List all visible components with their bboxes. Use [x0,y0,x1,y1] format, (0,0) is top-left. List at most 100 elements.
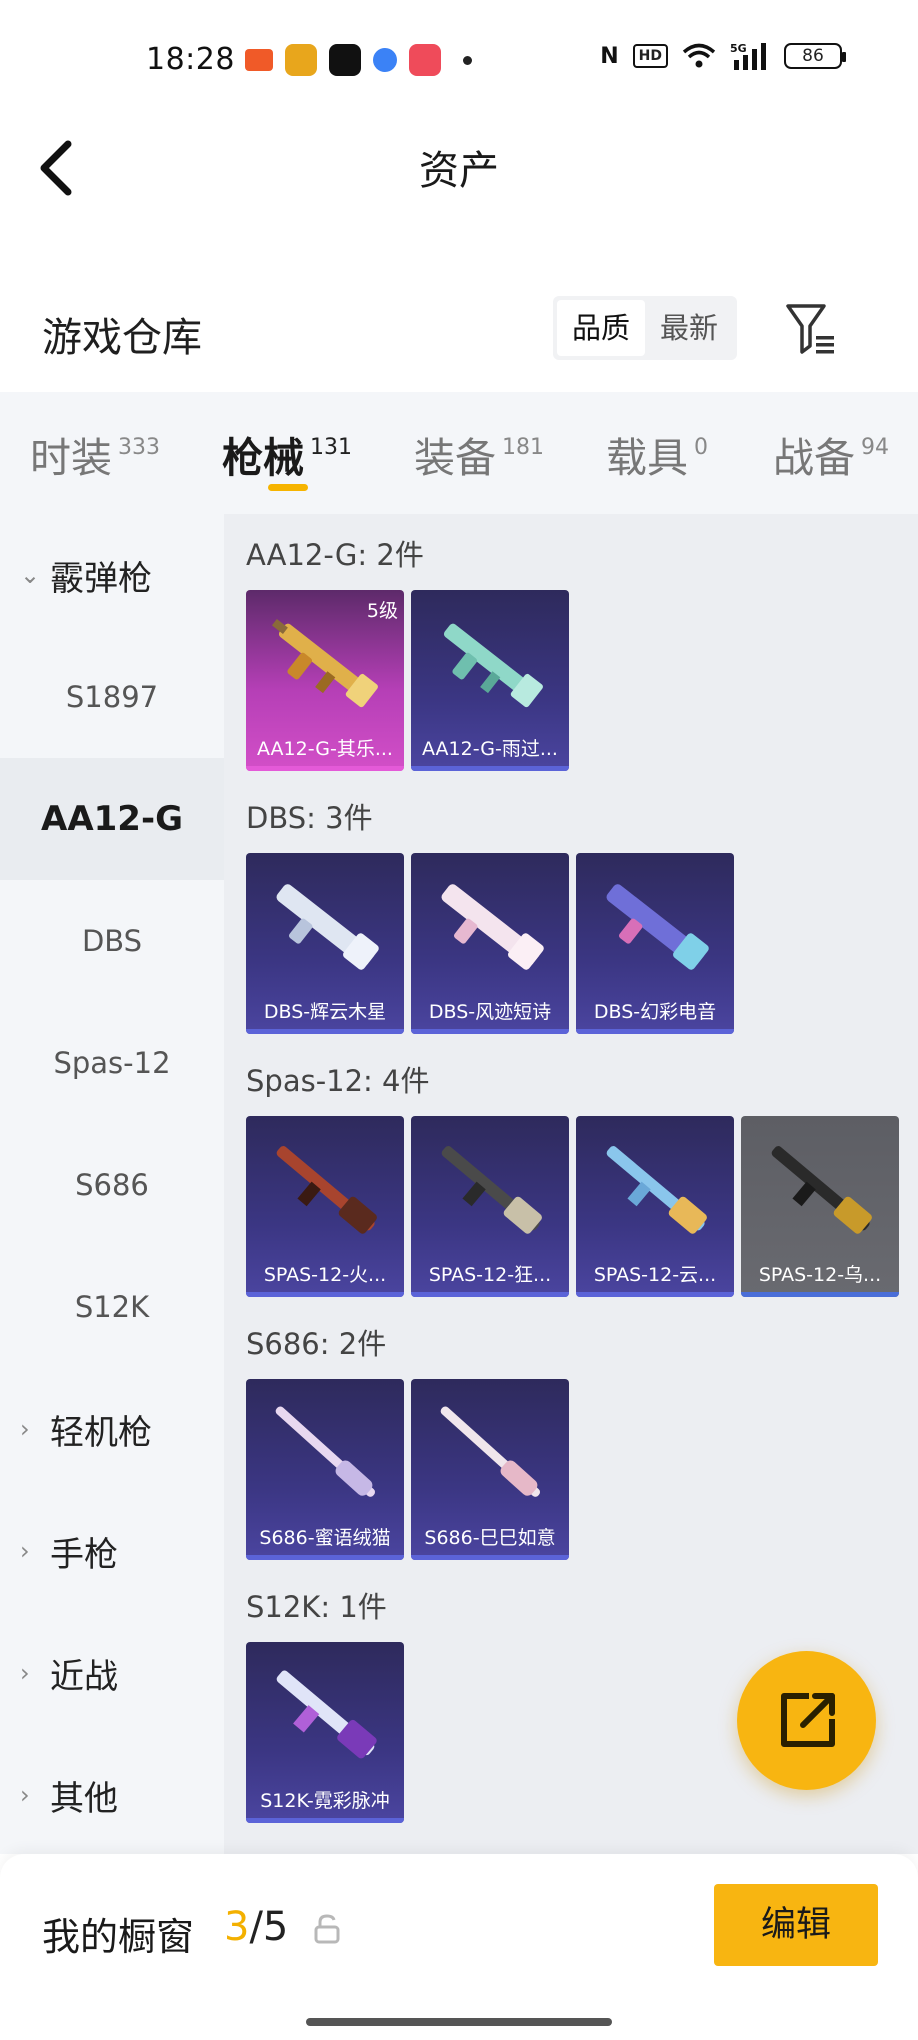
rarity-bar [741,1292,899,1297]
sidebar-item-label: Spas-12 [53,1046,171,1080]
item-name: S12K-霓彩脉冲 [260,1790,390,1812]
weapon-image [606,884,709,970]
rarity-bar [411,766,569,771]
sort-newest-button[interactable]: 最新 [645,300,733,356]
edit-button[interactable]: 编辑 [714,1884,878,1966]
tab-count: 0 [694,435,708,460]
active-tab-indicator [268,484,308,491]
tab-count: 131 [310,435,352,460]
showcase-current: 3 [224,1904,250,1950]
weapon-image [443,623,543,708]
sidebar-item-dbs[interactable]: DBS [0,880,224,1002]
tab-supplies[interactable]: 战备 94 [773,424,889,484]
sidebar-item-s12k[interactable]: S12K [0,1246,224,1368]
more-notifications-dot [463,55,472,65]
sidebar-item-label: 霰弹枪 [50,558,152,599]
home-indicator [306,2018,612,2026]
group-title: S686: 2件 [246,1327,387,1361]
weapon-image [275,1406,376,1497]
item-card[interactable]: SPAS-12-狂... [411,1116,569,1297]
item-card[interactable]: SPAS-12-云... [576,1116,734,1297]
tab-count: 333 [118,435,160,460]
sidebar-item-label: 其他 [50,1778,118,1819]
weapon-image [276,1670,377,1759]
battery-icon: 86 [784,43,846,69]
rarity-bar [411,1555,569,1560]
rarity-bar [411,1292,569,1297]
weapon-image [441,884,544,970]
sidebar-item-s686[interactable]: S686 [0,1124,224,1246]
notification-app-icon [245,49,273,71]
top-nav: 资产 [0,120,918,212]
chevron-right-icon: › [20,1659,30,1687]
tab-firearms[interactable]: 枪械 131 [222,424,352,484]
tab-equipment[interactable]: 装备 181 [414,424,544,484]
item-card[interactable]: SPAS-12-乌... [741,1116,899,1297]
sidebar-item-label: DBS [81,924,143,958]
item-name: SPAS-12-乌... [758,1264,882,1286]
sidebar-item-shotgun[interactable]: ⌄ 霰弹枪 [0,514,224,636]
item-card[interactable]: S686-巳巳如意 [411,1379,569,1560]
rarity-bar [246,1555,404,1560]
system-icons: N HD 5G 86 [600,42,846,70]
filter-button[interactable] [784,300,840,356]
chevron-right-icon: › [20,1781,30,1809]
item-card[interactable]: 5级 AA12-G-其乐... [246,590,404,771]
item-card[interactable]: DBS-辉云木星 [246,853,404,1034]
item-card[interactable]: DBS-风迹短诗 [411,853,569,1034]
weapon-image [276,884,379,970]
sidebar-item-aa12g[interactable]: AA12-G [0,758,224,880]
weapon-image [606,1146,707,1234]
item-name: S686-巳巳如意 [424,1527,556,1549]
unlock-icon[interactable] [313,1914,341,1944]
share-button[interactable] [737,1651,876,1790]
rarity-bar [576,1292,734,1297]
notification-app-icon [285,44,317,76]
group-title: Spas-12: 4件 [246,1064,430,1098]
rarity-bar [246,1029,404,1034]
nfc-icon: N [600,43,619,69]
item-card[interactable]: S686-蜜语绒猫 [246,1379,404,1560]
tab-fashion[interactable]: 时装 333 [30,424,160,484]
svg-text:5G: 5G [730,42,747,55]
item-card[interactable]: DBS-幻彩电音 [576,853,734,1034]
status-time: 18:28 [146,42,235,77]
sidebar-item-melee[interactable]: › 近战 [0,1612,224,1734]
sidebar-item-label: 近战 [50,1656,118,1697]
item-name: SPAS-12-火... [263,1264,387,1286]
showcase-bar: 我的橱窗 3/5 编辑 [0,1854,918,2040]
sidebar-item-lmg[interactable]: › 轻机枪 [0,1368,224,1490]
tab-label: 装备 [414,434,496,482]
chevron-down-icon: ⌄ [20,561,41,589]
sidebar-item-pistol[interactable]: › 手枪 [0,1490,224,1612]
tab-vehicles[interactable]: 载具 0 [606,424,708,484]
item-card[interactable]: AA12-G-雨过... [411,590,569,771]
item-name: DBS-辉云木星 [263,1001,387,1023]
sidebar-item-label: S686 [75,1168,149,1202]
sidebar-item-spas12[interactable]: Spas-12 [0,1002,224,1124]
sidebar-item-s1897[interactable]: S1897 [0,636,224,758]
sidebar-item-label: S12K [74,1290,150,1324]
item-card[interactable]: S12K-霓彩脉冲 [246,1642,404,1823]
page-title: 资产 [419,148,499,194]
item-name: SPAS-12-狂... [428,1264,552,1286]
rarity-bar [411,1029,569,1034]
category-tabs: 时装 333 枪械 131 装备 181 载具 0 战备 94 [0,392,918,514]
weapon-image [440,1406,541,1497]
group-title: AA12-G: 2件 [246,538,424,572]
5g-signal-icon: 5G [730,42,766,70]
weapon-image [771,1146,872,1234]
tab-label: 时装 [30,434,112,482]
item-card[interactable]: SPAS-12-火... [246,1116,404,1297]
group-title: S12K: 1件 [246,1590,387,1624]
tiktok-icon [329,44,361,76]
sidebar-item-other[interactable]: › 其他 [0,1734,224,1856]
item-name: AA12-G-雨过... [422,738,558,760]
group-title: DBS: 3件 [246,801,373,835]
chevron-right-icon: › [20,1415,30,1443]
sidebar-item-label: 轻机枪 [50,1412,152,1453]
tab-label: 枪械 [222,434,304,482]
sort-quality-button[interactable]: 品质 [557,300,645,356]
video-app-icon [409,44,441,76]
weapon-type-sidebar: ⌄ 霰弹枪 S1897 AA12-G DBS Spas-12 S686 S12K … [0,514,224,1854]
